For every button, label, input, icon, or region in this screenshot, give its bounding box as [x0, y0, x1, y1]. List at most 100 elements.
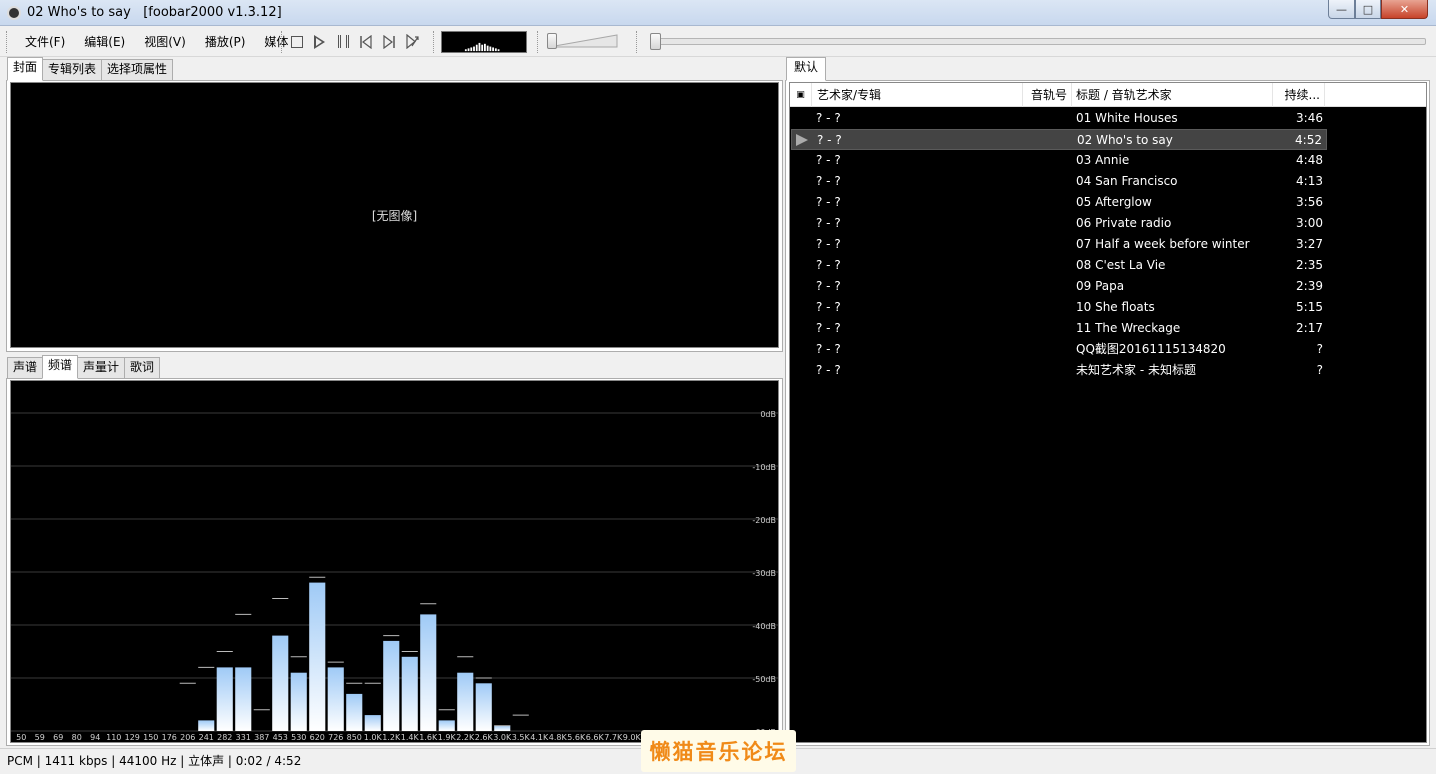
frequency-label: 530	[291, 733, 306, 742]
frequency-label: 69	[53, 733, 63, 742]
toolbar-grip[interactable]	[281, 31, 284, 53]
column-playing[interactable]: ▣	[790, 83, 812, 107]
row-title: 01 White Houses	[1076, 111, 1178, 125]
playlist-row[interactable]: ? - ? 05 Afterglow 3:56	[791, 192, 1327, 213]
toolbar-grip[interactable]	[6, 31, 9, 53]
row-title: 03 Annie	[1076, 153, 1130, 167]
playlist-row[interactable]: ? - ? 10 She floats 5:15	[791, 297, 1327, 318]
row-duration: 4:48	[1296, 153, 1323, 167]
frequency-label: 4.8K	[549, 733, 568, 742]
playlist-header: ▣ 艺术家/专辑 音轨号 标题 / 音轨艺术家 持续...	[790, 83, 1426, 107]
random-icon[interactable]	[405, 34, 420, 49]
menu-file[interactable]: 文件(F)	[14, 31, 73, 53]
frequency-label: 1.2K	[382, 733, 401, 742]
playlist-row[interactable]: ? - ? 06 Private radio 3:00	[791, 213, 1327, 234]
foobar-app-icon	[7, 6, 21, 20]
tab-cover[interactable]: 封面	[7, 57, 44, 81]
row-duration: ?	[1316, 342, 1323, 356]
frequency-label: 129	[125, 733, 140, 742]
tab-spectrum[interactable]: 频谱	[42, 355, 79, 379]
playlist-row[interactable]: ? - ? 09 Papa 2:39	[791, 276, 1327, 297]
mini-vis-bar	[481, 44, 484, 52]
menu-view[interactable]: 视图(V)	[133, 31, 194, 53]
column-title-artist[interactable]: 标题 / 音轨艺术家	[1076, 83, 1273, 107]
row-artist-album: ? - ?	[816, 153, 841, 167]
previous-icon[interactable]	[359, 35, 373, 49]
spectrum-bar	[272, 635, 289, 731]
toolbar-grip[interactable]	[537, 31, 540, 53]
watermark-logo: 懒猫音乐论坛	[641, 730, 796, 772]
row-title: 06 Private radio	[1076, 216, 1172, 230]
db-label: -30dB	[752, 569, 776, 578]
playlist-row[interactable]: ? - ? 04 San Francisco 4:13	[791, 171, 1327, 192]
menu-edit[interactable]: 编辑(E)	[73, 31, 133, 53]
tab-playlist-default[interactable]: 默认	[786, 57, 827, 81]
toolbar-grip[interactable]	[636, 31, 639, 53]
column-artist-album[interactable]: 艺术家/专辑	[817, 83, 1023, 107]
frequency-label: 620	[310, 733, 325, 742]
tab-album-list[interactable]: 专辑列表	[42, 59, 103, 80]
seek-bar[interactable]	[651, 38, 1426, 45]
mini-vis-bar	[478, 42, 481, 52]
close-button[interactable]: ✕	[1381, 0, 1428, 19]
row-artist-album: ? - ?	[816, 321, 841, 335]
frequency-label: 726	[328, 733, 343, 742]
tab-lyrics[interactable]: 歌词	[124, 357, 161, 378]
row-artist-album: ? - ?	[816, 363, 841, 377]
frequency-label: 9.0K	[623, 733, 642, 742]
pause-icon[interactable]	[338, 35, 349, 48]
row-artist-album: ? - ?	[816, 237, 841, 251]
playlist-tabs: 默认	[786, 57, 827, 81]
row-title: 未知艺术家 - 未知标题	[1076, 363, 1196, 377]
minimize-button[interactable]: —	[1328, 0, 1355, 19]
now-playing-icon	[796, 134, 808, 146]
db-label: 0dB	[760, 410, 776, 419]
playlist-row[interactable]: ? - ? QQ截图20161115134820?	[791, 339, 1327, 360]
playlist-row[interactable]: ? - ? 07 Half a week before winter 3:27	[791, 234, 1327, 255]
toolbar-grip[interactable]	[433, 31, 436, 53]
column-track-number[interactable]: 音轨号	[1012, 83, 1072, 107]
next-icon[interactable]	[382, 35, 396, 49]
spectrum-chart: 0dB-10dB-20dB-30dB-40dB-50dB-60dB5059698…	[11, 410, 778, 742]
row-title: 10 She floats	[1076, 300, 1155, 314]
mini-vis-bar	[473, 46, 475, 52]
no-image-text: [无图像]	[371, 208, 418, 223]
stop-icon[interactable]	[291, 36, 303, 48]
tab-selection-properties[interactable]: 选择项属性	[101, 59, 174, 80]
frequency-label: 331	[236, 733, 251, 742]
tab-spectrogram[interactable]: 声谱	[7, 357, 44, 378]
menu-library[interactable]: 媒体	[253, 31, 296, 53]
menu-playback[interactable]: 播放(P)	[194, 31, 254, 53]
playlist-row[interactable]: ? - ? 11 The Wreckage 2:17	[791, 318, 1327, 339]
playlist-row[interactable]: ? - ? 03 Annie 4:48	[791, 150, 1327, 171]
menu-bar: 文件(F) 编辑(E) 视图(V) 播放(P) 媒体	[14, 27, 296, 57]
spectrum-bar	[401, 656, 418, 731]
mini-vis-bar	[475, 44, 478, 52]
volume-slider-thumb[interactable]	[547, 33, 557, 49]
row-duration: 3:56	[1296, 195, 1323, 209]
playlist-row[interactable]: ? - ? 08 C'est La Vie 2:35	[791, 255, 1327, 276]
frequency-label: 4.1K	[530, 733, 549, 742]
maximize-button[interactable]: □	[1355, 0, 1381, 19]
frequency-label: 59	[35, 733, 45, 742]
row-title: 02 Who's to say	[1077, 133, 1173, 147]
playlist-row[interactable]: ? - ? 01 White Houses 3:46	[791, 108, 1327, 129]
playlist-row-now-playing[interactable]: ? - ? 02 Who's to say 4:52	[791, 129, 1327, 150]
playlist-view: ▣ 艺术家/专辑 音轨号 标题 / 音轨艺术家 持续... ? - ? 01 Wh…	[789, 82, 1427, 743]
volume-slider[interactable]	[547, 33, 619, 49]
row-title: 07 Half a week before winter	[1076, 237, 1250, 251]
frequency-label: 150	[143, 733, 158, 742]
row-title: 04 San Francisco	[1076, 174, 1178, 188]
row-duration: 4:52	[1295, 133, 1322, 147]
column-duration[interactable]: 持续...	[1273, 83, 1325, 107]
playlist-row[interactable]: ? - ? 未知艺术家 - 未知标题?	[791, 360, 1327, 381]
frequency-label: 50	[16, 733, 26, 742]
title-bar: 02 Who's to say [foobar2000 v1.3.12] — □…	[0, 0, 1436, 26]
tab-vu-meter[interactable]: 声量计	[77, 357, 126, 378]
mini-vis-bar	[467, 48, 470, 52]
status-text: PCM | 1411 kbps | 44100 Hz | 立体声 | 0:02 …	[7, 754, 302, 768]
seek-bar-thumb[interactable]	[650, 33, 661, 50]
row-artist-album: ? - ?	[816, 216, 841, 230]
frequency-label: 2.6K	[475, 733, 494, 742]
mini-vis-bar	[497, 49, 500, 52]
